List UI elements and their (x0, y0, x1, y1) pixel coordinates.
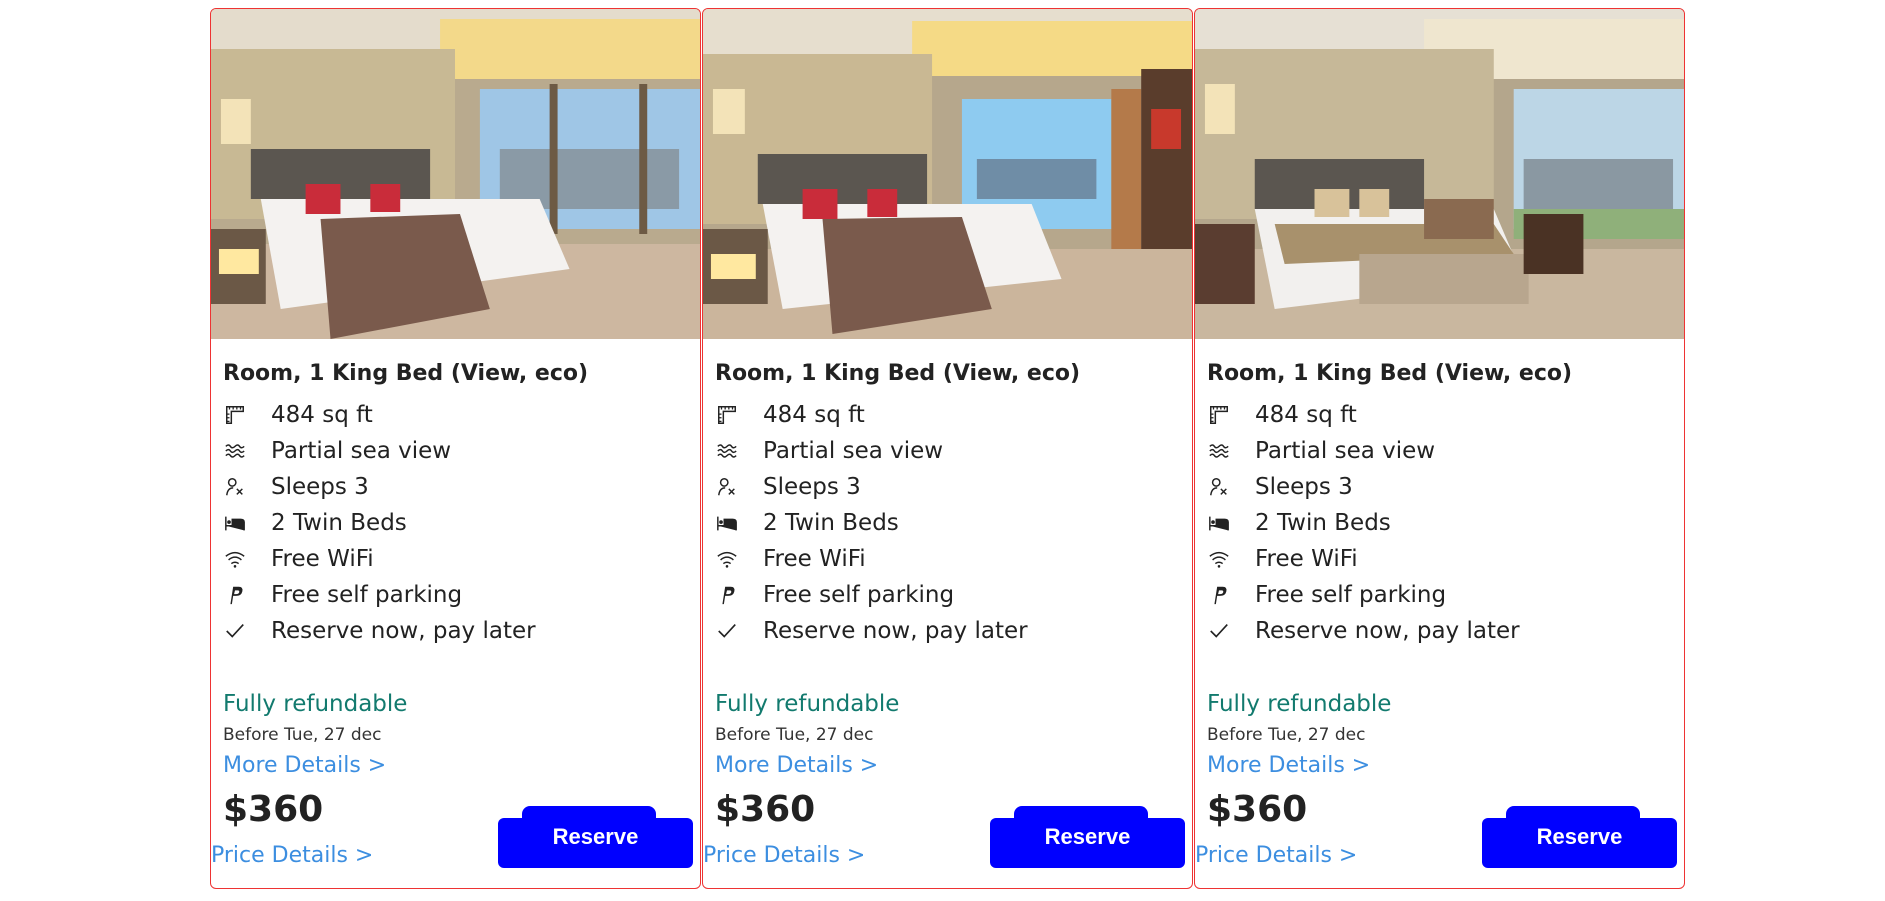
room-title: Room, 1 King Bed (View, eco) (223, 361, 589, 386)
feature-item-parking: Free self parking (715, 577, 1028, 613)
feature-text: Free self parking (763, 582, 955, 608)
reserve-button[interactable]: Reserve (1482, 806, 1677, 868)
price-details-link[interactable]: Price Details > (1195, 843, 1357, 868)
feature-list: 484 sq ft Partial sea view Sleeps 3 2 Tw… (223, 397, 536, 649)
bed-icon (1207, 511, 1243, 535)
wifi-icon (715, 547, 751, 571)
feature-item-pay-later: Reserve now, pay later (223, 613, 536, 649)
feature-text: Partial sea view (271, 438, 452, 464)
feature-text: Sleeps 3 (271, 474, 369, 500)
reserve-button[interactable]: Reserve (498, 806, 693, 868)
feature-item-parking: Free self parking (1207, 577, 1520, 613)
more-details-link[interactable]: More Details > (715, 753, 878, 778)
feature-item-pay-later: Reserve now, pay later (715, 613, 1028, 649)
feature-item-sleeps: Sleeps 3 (715, 469, 1028, 505)
room-card: Room, 1 King Bed (View, eco) 484 sq ft P… (1194, 8, 1685, 889)
refund-status: Fully refundable (715, 691, 900, 717)
reserve-button-label: Reserve (1044, 824, 1131, 849)
feature-text: 2 Twin Beds (763, 510, 899, 536)
feature-item-size: 484 sq ft (1207, 397, 1520, 433)
reserve-button-label: Reserve (1536, 824, 1623, 849)
refund-deadline: Before Tue, 27 dec (1207, 725, 1366, 745)
parking-icon (715, 583, 751, 607)
floor-plan-icon (1207, 403, 1243, 427)
refund-status: Fully refundable (1207, 691, 1392, 717)
check-icon (223, 619, 259, 643)
room-card: Room, 1 King Bed (View, eco) 484 sq ft P… (702, 8, 1193, 889)
people-icon (223, 475, 259, 499)
parking-icon (1207, 583, 1243, 607)
wifi-icon (1207, 547, 1243, 571)
wifi-icon (223, 547, 259, 571)
feature-text: Partial sea view (1255, 438, 1436, 464)
feature-item-beds: 2 Twin Beds (1207, 505, 1520, 541)
feature-text: Reserve now, pay later (1255, 618, 1520, 644)
feature-item-wifi: Free WiFi (1207, 541, 1520, 577)
floor-plan-icon (715, 403, 751, 427)
feature-item-view: Partial sea view (715, 433, 1028, 469)
waves-icon (715, 439, 751, 463)
refund-deadline: Before Tue, 27 dec (223, 725, 382, 745)
people-icon (715, 475, 751, 499)
feature-list: 484 sq ft Partial sea view Sleeps 3 2 Tw… (1207, 397, 1520, 649)
price-details-link[interactable]: Price Details > (211, 843, 373, 868)
room-title: Room, 1 King Bed (View, eco) (715, 361, 1081, 386)
feature-text: Free WiFi (271, 546, 374, 572)
feature-item-sleeps: Sleeps 3 (223, 469, 536, 505)
feature-item-pay-later: Reserve now, pay later (1207, 613, 1520, 649)
feature-text: 2 Twin Beds (1255, 510, 1391, 536)
reserve-button[interactable]: Reserve (990, 806, 1185, 868)
feature-text: Free WiFi (1255, 546, 1358, 572)
people-icon (1207, 475, 1243, 499)
parking-icon (223, 583, 259, 607)
feature-list: 484 sq ft Partial sea view Sleeps 3 2 Tw… (715, 397, 1028, 649)
price-details-link[interactable]: Price Details > (703, 843, 865, 868)
room-price: $360 (715, 789, 816, 830)
room-photo[interactable] (703, 9, 1192, 339)
feature-text: Reserve now, pay later (271, 618, 536, 644)
feature-item-sleeps: Sleeps 3 (1207, 469, 1520, 505)
feature-item-parking: Free self parking (223, 577, 536, 613)
room-photo[interactable] (211, 9, 700, 339)
room-card: Room, 1 King Bed (View, eco) 484 sq ft P… (210, 8, 701, 889)
bed-icon (715, 511, 751, 535)
feature-text: 484 sq ft (763, 402, 865, 428)
room-photo[interactable] (1195, 9, 1684, 339)
feature-item-wifi: Free WiFi (715, 541, 1028, 577)
feature-text: Reserve now, pay later (763, 618, 1028, 644)
waves-icon (1207, 439, 1243, 463)
feature-text: 484 sq ft (271, 402, 373, 428)
feature-text: Free WiFi (763, 546, 866, 572)
waves-icon (223, 439, 259, 463)
more-details-link[interactable]: More Details > (223, 753, 386, 778)
feature-text: Free self parking (1255, 582, 1447, 608)
feature-item-view: Partial sea view (1207, 433, 1520, 469)
feature-item-size: 484 sq ft (223, 397, 536, 433)
feature-item-wifi: Free WiFi (223, 541, 536, 577)
refund-deadline: Before Tue, 27 dec (715, 725, 874, 745)
feature-text: 484 sq ft (1255, 402, 1357, 428)
reserve-button-label: Reserve (552, 824, 639, 849)
check-icon (715, 619, 751, 643)
check-icon (1207, 619, 1243, 643)
room-price: $360 (1207, 789, 1308, 830)
feature-text: Free self parking (271, 582, 463, 608)
bed-icon (223, 511, 259, 535)
room-title: Room, 1 King Bed (View, eco) (1207, 361, 1573, 386)
feature-item-view: Partial sea view (223, 433, 536, 469)
feature-text: Sleeps 3 (763, 474, 861, 500)
feature-item-beds: 2 Twin Beds (223, 505, 536, 541)
floor-plan-icon (223, 403, 259, 427)
feature-text: Sleeps 3 (1255, 474, 1353, 500)
feature-item-size: 484 sq ft (715, 397, 1028, 433)
room-price: $360 (223, 789, 324, 830)
feature-item-beds: 2 Twin Beds (715, 505, 1028, 541)
more-details-link[interactable]: More Details > (1207, 753, 1370, 778)
feature-text: Partial sea view (763, 438, 944, 464)
feature-text: 2 Twin Beds (271, 510, 407, 536)
refund-status: Fully refundable (223, 691, 408, 717)
room-card-list: Room, 1 King Bed (View, eco) 484 sq ft P… (210, 8, 1685, 889)
